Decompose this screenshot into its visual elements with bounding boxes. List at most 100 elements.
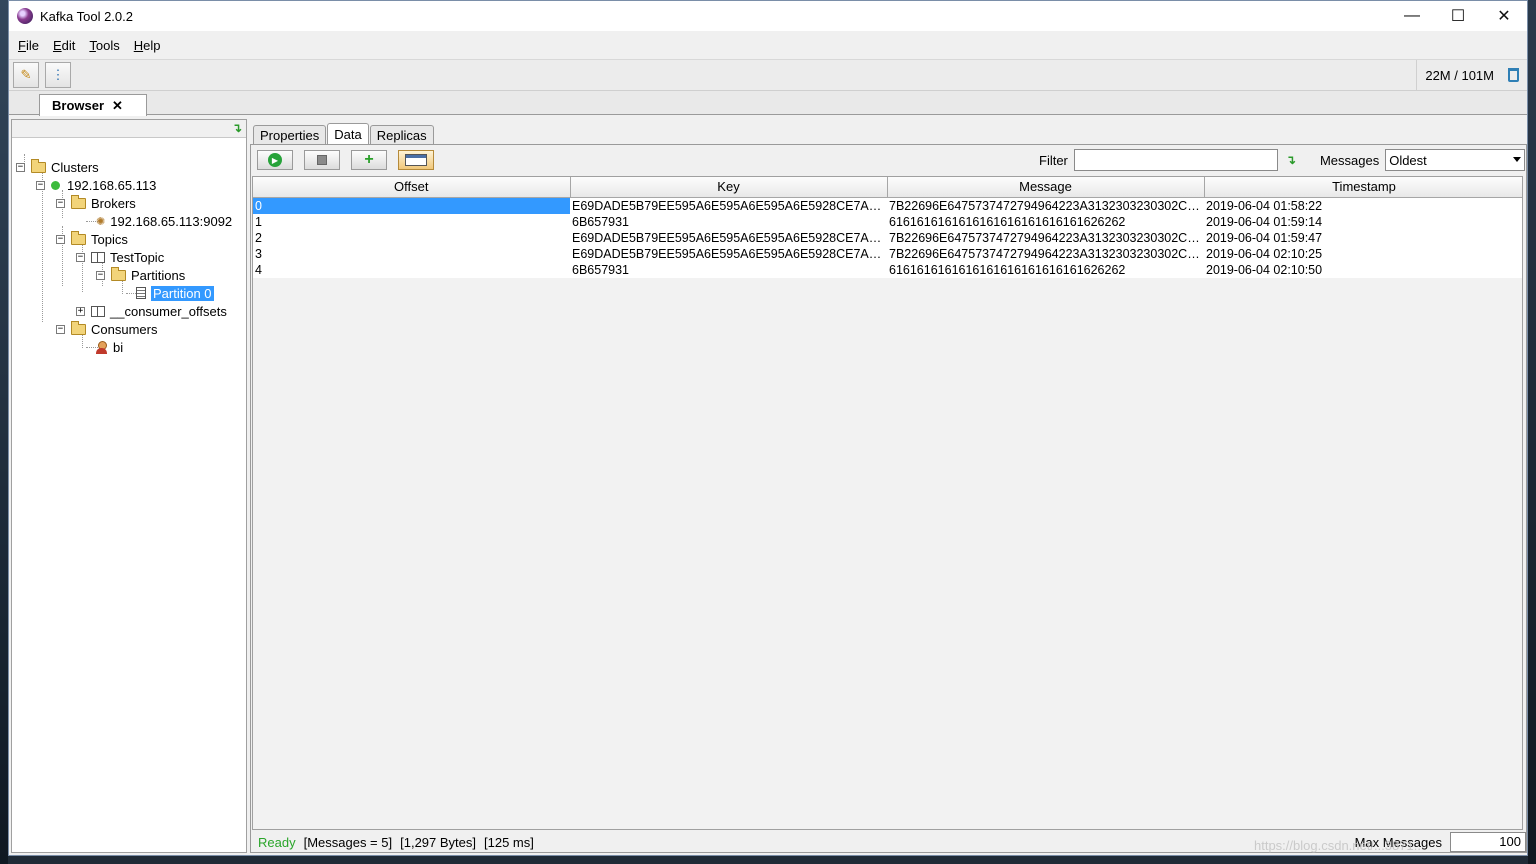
filter-input[interactable] bbox=[1073, 149, 1278, 171]
cell-offset[interactable]: 4 bbox=[253, 261, 570, 278]
max-messages-input[interactable]: 100 bbox=[1450, 832, 1526, 852]
tree-node-clusters[interactable]: − Clusters bbox=[16, 158, 99, 176]
tree-node-consumers[interactable]: − Consumers bbox=[56, 320, 157, 338]
tree-label-partitions: Partitions bbox=[131, 267, 186, 283]
cell-key[interactable]: E69DADE5B79EE595A6E595A6E595A6E5928CE7A7… bbox=[570, 245, 887, 262]
cell-timestamp[interactable]: 2019-06-04 01:58:22 bbox=[1204, 197, 1522, 214]
collapse-toggle-icon[interactable]: − bbox=[56, 198, 65, 208]
tab-replicas[interactable]: Replicas bbox=[369, 125, 434, 145]
cell-timestamp[interactable]: 2019-06-04 02:10:25 bbox=[1204, 245, 1522, 262]
tab-properties[interactable]: Properties bbox=[253, 125, 327, 145]
column-header-key[interactable]: Key bbox=[570, 177, 888, 198]
tree-label-partition: Partition 0 bbox=[151, 285, 214, 301]
tab-data[interactable]: Data bbox=[327, 123, 369, 145]
column-header-timestamp[interactable]: Timestamp bbox=[1204, 177, 1522, 198]
expand-toggle-icon[interactable]: + bbox=[76, 306, 85, 316]
tree-label-clusters: Clusters bbox=[51, 159, 99, 175]
collapse-toggle-icon[interactable]: − bbox=[36, 180, 45, 190]
folder-open-icon bbox=[71, 194, 86, 209]
cell-message[interactable]: 7B22696E6475737472794964223A313230323030… bbox=[887, 197, 1204, 214]
collapse-toggle-icon[interactable]: − bbox=[56, 324, 65, 334]
status-ready: Ready bbox=[258, 834, 296, 850]
tree-label-consumer-offsets: __consumer_offsets bbox=[110, 303, 227, 319]
cell-key[interactable]: 6B657931 bbox=[570, 213, 887, 230]
retrieve-messages-button[interactable]: ▶ bbox=[257, 150, 293, 170]
tree-node-cluster[interactable]: − 192.168.65.113 bbox=[36, 176, 156, 194]
column-header-offset[interactable]: Offset bbox=[253, 177, 571, 198]
messages-label: Messages bbox=[1319, 152, 1380, 168]
cell-offset[interactable]: 0 bbox=[253, 197, 570, 214]
collapse-toggle-icon[interactable]: − bbox=[76, 252, 85, 262]
filter-label: Filter bbox=[1039, 152, 1068, 168]
cell-timestamp[interactable]: 2019-06-04 01:59:14 bbox=[1204, 213, 1522, 230]
add-message-button[interactable]: + bbox=[351, 150, 387, 170]
folder-open-icon bbox=[31, 158, 46, 173]
minimize-button[interactable]: — bbox=[1389, 1, 1435, 31]
table-row[interactable]: 3 E69DADE5B79EE595A6E595A6E595A6E5928CE7… bbox=[253, 245, 1522, 262]
tree-label-consumer: bi bbox=[113, 339, 124, 355]
collapse-toggle-icon[interactable]: − bbox=[16, 162, 25, 172]
status-message-count: [Messages = 5] bbox=[303, 834, 393, 850]
cell-timestamp[interactable]: 2019-06-04 01:59:47 bbox=[1204, 229, 1522, 246]
add-icon: + bbox=[364, 151, 374, 168]
column-header-message[interactable]: Message bbox=[887, 177, 1205, 198]
tree-node-partitions[interactable]: − Partitions bbox=[96, 266, 185, 284]
browser-tab-label: Browser bbox=[52, 98, 105, 113]
play-icon: ▶ bbox=[268, 153, 282, 167]
stop-button[interactable] bbox=[304, 150, 340, 170]
cell-key[interactable]: E69DADE5B79EE595A6E595A6E595A6E5928CE7A7… bbox=[570, 197, 887, 214]
close-button[interactable]: ✕ bbox=[1481, 1, 1527, 31]
table-row[interactable]: 4 6B657931 61616161616161616161616161616… bbox=[253, 261, 1522, 278]
tree-view-button[interactable]: ⋮ bbox=[45, 62, 71, 88]
garbage-collect-icon[interactable] bbox=[1508, 68, 1519, 82]
messages-order-value: Oldest bbox=[1389, 152, 1427, 168]
cell-timestamp[interactable]: 2019-06-04 02:10:50 bbox=[1204, 261, 1522, 278]
tree-node-partition[interactable]: Partition 0 bbox=[136, 284, 214, 302]
cell-key[interactable]: E69DADE5B79EE595A6E595A6E595A6E5928CE7A7… bbox=[570, 229, 887, 246]
tree-edit-icon: ⋮ bbox=[51, 67, 65, 82]
tree-node-topic[interactable]: − TestTopic bbox=[76, 248, 164, 266]
partition-icon bbox=[136, 287, 146, 299]
detail-tabs: Properties Data Replicas bbox=[253, 123, 435, 145]
table-row[interactable]: 1 6B657931 61616161616161616161616161616… bbox=[253, 213, 1522, 230]
cell-offset[interactable]: 1 bbox=[253, 213, 570, 230]
document-tabs: Browser ✕ bbox=[9, 91, 1527, 116]
apply-filter-icon[interactable]: ↴ bbox=[1286, 153, 1296, 167]
cell-offset[interactable]: 2 bbox=[253, 229, 570, 246]
tree-node-topics[interactable]: − Topics bbox=[56, 230, 128, 248]
cell-message[interactable]: 7B22696E6475737472794964223A313230323030… bbox=[887, 229, 1204, 246]
messages-order-select[interactable]: Oldest bbox=[1385, 149, 1526, 171]
browser-tab[interactable]: Browser ✕ bbox=[39, 94, 147, 116]
cell-offset[interactable]: 3 bbox=[253, 245, 570, 262]
collapse-toggle-icon[interactable]: − bbox=[96, 270, 105, 280]
menu-edit[interactable]: Edit bbox=[46, 38, 82, 53]
cell-key[interactable]: 6B657931 bbox=[570, 261, 887, 278]
stop-icon bbox=[317, 155, 327, 165]
view-message-button[interactable] bbox=[398, 150, 434, 170]
menu-tools[interactable]: Tools bbox=[82, 38, 126, 53]
filter-area: Filter ↴ Messages Oldest bbox=[1039, 149, 1526, 171]
menu-file[interactable]: File bbox=[11, 38, 46, 53]
cell-message[interactable]: 6161616161616161616161616161626262 bbox=[887, 213, 1204, 230]
add-cluster-button[interactable]: ✎ bbox=[13, 62, 39, 88]
tree-node-brokers[interactable]: − Brokers bbox=[56, 194, 136, 212]
menu-help[interactable]: Help bbox=[127, 38, 168, 53]
tree-refresh-icon[interactable]: ↴ bbox=[232, 121, 242, 135]
table-row[interactable]: 0 E69DADE5B79EE595A6E595A6E595A6E5928CE7… bbox=[253, 197, 1522, 214]
chevron-down-icon bbox=[1513, 157, 1522, 162]
tree-node-consumer-offsets[interactable]: + __consumer_offsets bbox=[76, 302, 227, 320]
table-row[interactable]: 2 E69DADE5B79EE595A6E595A6E595A6E5928CE7… bbox=[253, 229, 1522, 246]
maximize-button[interactable]: ☐ bbox=[1435, 1, 1481, 31]
menu-edit-label: dit bbox=[61, 37, 76, 53]
cell-message[interactable]: 7B22696E6475737472794964223A313230323030… bbox=[887, 245, 1204, 262]
cell-message[interactable]: 6161616161616161616161616161626262 bbox=[887, 261, 1204, 278]
collapse-toggle-icon[interactable]: − bbox=[56, 234, 65, 244]
tree-node-consumer[interactable]: bi bbox=[96, 338, 123, 356]
menu-help-label: elp bbox=[143, 37, 161, 53]
desktop-left-edge bbox=[0, 0, 8, 864]
tree-node-broker[interactable]: ✺ 192.168.65.113:9092 bbox=[96, 212, 232, 230]
window-title: Kafka Tool 2.0.2 bbox=[40, 8, 133, 24]
browser-tab-close-icon[interactable]: ✕ bbox=[112, 98, 123, 114]
status-bytes: [1,297 Bytes] bbox=[400, 834, 476, 850]
tree-label-broker: 192.168.65.113:9092 bbox=[110, 213, 233, 229]
